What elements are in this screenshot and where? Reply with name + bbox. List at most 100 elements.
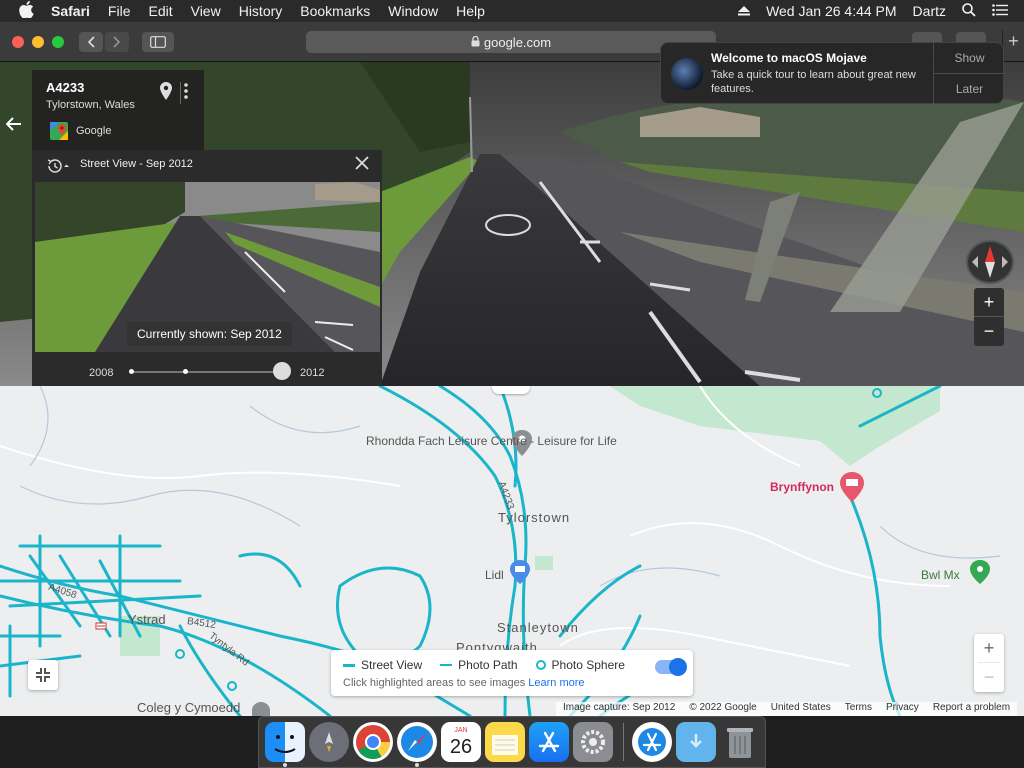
app-store-folder-icon[interactable] [632, 722, 672, 762]
region-link[interactable]: United States [771, 702, 831, 716]
menu-window[interactable]: Window [388, 3, 438, 19]
apple-menu-icon[interactable] [19, 1, 37, 21]
pane-resize-handle[interactable] [492, 386, 530, 394]
timeline-tick[interactable] [183, 369, 188, 374]
new-tab-button[interactable]: + [1002, 30, 1024, 54]
exit-fullscreen-button[interactable] [28, 660, 58, 690]
calendar-icon[interactable]: JAN 26 [441, 722, 481, 762]
launchpad-icon[interactable] [309, 722, 349, 762]
sidebar-toggle-button[interactable] [142, 32, 174, 52]
map-pane[interactable]: Rhondda Fach Leisure Centre - Leisure fo… [0, 386, 1024, 716]
time-machine-title: Street View - Sep 2012 [80, 158, 193, 170]
timeline-end-year: 2012 [300, 367, 325, 379]
map-label-ystrad: Ystrad [128, 612, 166, 627]
terms-link[interactable]: Terms [845, 702, 872, 716]
calendar-month: JAN [454, 727, 468, 734]
finder-icon[interactable] [265, 722, 305, 767]
app-store-icon[interactable] [529, 722, 569, 762]
safari-icon[interactable] [397, 722, 437, 767]
running-indicator [415, 763, 419, 767]
time-machine-header: Street View - Sep 2012 [32, 150, 382, 180]
menu-bookmarks[interactable]: Bookmarks [300, 3, 370, 19]
notification-center-icon[interactable] [992, 3, 1008, 19]
compass-icon[interactable] [966, 240, 1014, 284]
map-label-brynffynon[interactable]: Brynffynon [770, 480, 834, 494]
eject-icon[interactable] [738, 3, 751, 19]
menu-help[interactable]: Help [456, 3, 485, 19]
menubar-clock[interactable]: Wed Jan 26 4:44 PM [766, 3, 896, 19]
menubar-user[interactable]: Dartz [913, 3, 946, 19]
notification-later-button[interactable]: Later [934, 74, 1005, 105]
station-icon [95, 622, 107, 630]
time-machine-preview[interactable]: Currently shown: Sep 2012 [35, 182, 380, 352]
place-subtitle: Tylorstown, Wales [46, 99, 135, 111]
legend-photo-sphere: Photo Sphere [535, 658, 625, 672]
chrome-icon[interactable] [353, 722, 393, 762]
bwl-pin-icon [970, 560, 990, 584]
url-text: google.com [483, 34, 552, 50]
menu-view[interactable]: View [191, 3, 221, 19]
lidl-shop-pin-icon [510, 560, 530, 584]
trash-icon[interactable] [720, 722, 760, 762]
map-label-leisure-centre[interactable]: Rhondda Fach Leisure Centre - Leisure fo… [366, 434, 617, 448]
more-options-icon[interactable] [184, 82, 188, 105]
timeline-track[interactable] [131, 371, 282, 373]
menu-app-safari[interactable]: Safari [51, 3, 90, 19]
map-zoom-control: + − [974, 634, 1004, 692]
provider-label: Google [76, 125, 112, 137]
map-attribution: Image capture: Sep 2012 © 2022 Google Un… [556, 702, 1018, 716]
notes-icon[interactable] [485, 722, 525, 762]
photo-sphere-circle-icon [535, 660, 546, 670]
notification-show-button[interactable]: Show [934, 43, 1005, 74]
mojave-notification[interactable]: Welcome to macOS Mojave Take a quick tou… [660, 42, 1005, 105]
minimize-window-button[interactable] [32, 36, 44, 48]
street-view-layer-toggle[interactable] [655, 658, 687, 676]
report-problem-link[interactable]: Report a problem [933, 702, 1010, 716]
fullscreen-window-button[interactable] [52, 36, 64, 48]
hotel-pin-icon [840, 472, 864, 502]
place-title: A4233 [46, 80, 85, 95]
map-label-coleg[interactable]: Coleg y Cymoedd [137, 700, 240, 715]
legend-street-view-label: Street View [361, 658, 423, 672]
menu-edit[interactable]: Edit [148, 3, 172, 19]
collapse-icon [36, 668, 50, 682]
zoom-in-button[interactable]: + [974, 288, 1004, 316]
spotlight-search-icon[interactable] [962, 2, 976, 20]
street-view-panorama[interactable]: A4233 Tylorstown, Wales Google Street Vi… [0, 62, 1024, 386]
zoom-out-button[interactable]: − [974, 317, 1004, 345]
forward-button[interactable] [105, 32, 129, 52]
dock-separator [623, 723, 624, 761]
chevron-left-icon [87, 36, 95, 48]
back-button[interactable] [79, 32, 103, 52]
map-zoom-out-button[interactable]: − [974, 663, 1004, 691]
toggle-knob[interactable] [669, 658, 687, 676]
map-zoom-in-button[interactable]: + [974, 634, 1004, 662]
map-label-lidl[interactable]: Lidl [485, 568, 504, 582]
timeline-start-year: 2008 [89, 367, 114, 379]
privacy-link[interactable]: Privacy [886, 702, 919, 716]
system-preferences-icon[interactable] [573, 722, 613, 762]
photo-sphere-marker [227, 681, 237, 691]
learn-more-link[interactable]: Learn more [528, 677, 584, 689]
legend-hint: Click highlighted areas to see images Le… [343, 677, 585, 689]
dock: JAN 26 [258, 716, 766, 768]
timeline-slider-handle[interactable] [273, 362, 291, 380]
menu-history[interactable]: History [239, 3, 283, 19]
running-indicator [283, 763, 287, 767]
timeline-tick[interactable] [129, 369, 134, 374]
legend-hint-text: Click highlighted areas to see images [343, 677, 526, 689]
close-window-button[interactable] [12, 36, 24, 48]
street-view-zoom-control: + − [974, 288, 1004, 346]
address-bar[interactable]: google.com [306, 31, 716, 53]
close-time-machine-icon[interactable] [354, 154, 370, 176]
history-clock-icon[interactable] [46, 158, 70, 179]
map-pin-icon[interactable] [160, 82, 172, 105]
calendar-day: 26 [449, 736, 473, 758]
map-label-bwl[interactable]: Bwl Mx [921, 568, 960, 582]
back-arrow-icon[interactable] [5, 114, 22, 137]
location-card: A4233 Tylorstown, Wales Google [32, 70, 204, 150]
card-divider [180, 82, 181, 104]
menu-bar: Safari File Edit View History Bookmarks … [0, 0, 1024, 22]
downloads-folder-icon[interactable] [676, 722, 716, 762]
menu-file[interactable]: File [108, 3, 131, 19]
